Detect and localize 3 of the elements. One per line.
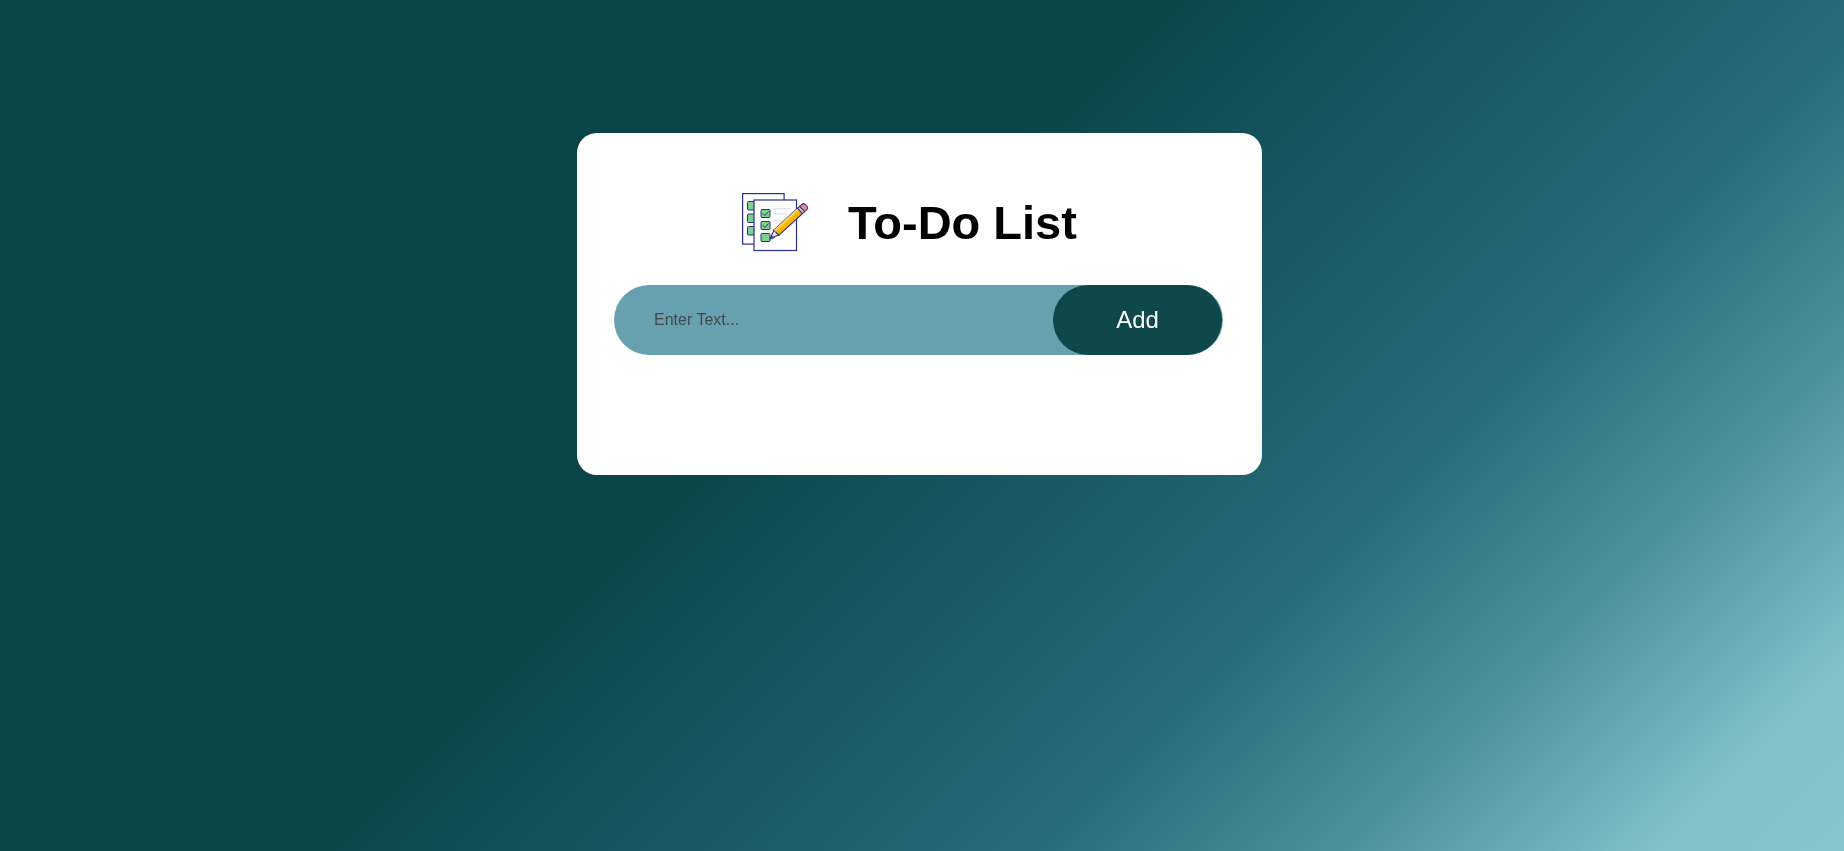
add-button[interactable]: Add <box>1053 285 1222 355</box>
checklist-pencil-icon <box>742 192 810 252</box>
app-title: To-Do List <box>848 198 1077 246</box>
